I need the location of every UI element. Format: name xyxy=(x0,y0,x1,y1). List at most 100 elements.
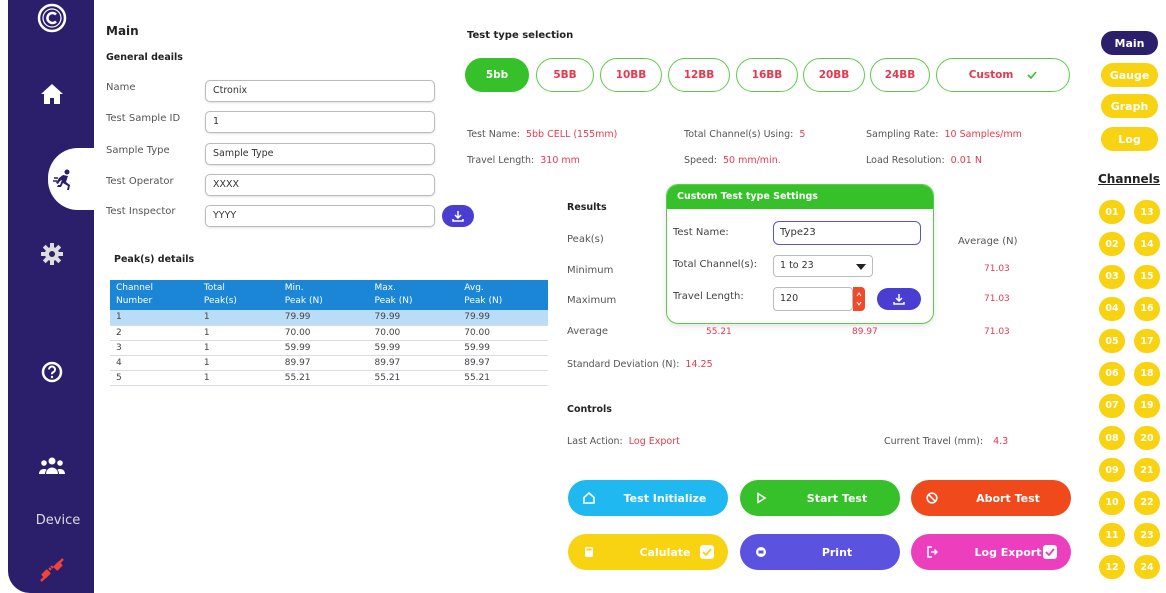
home-icon[interactable] xyxy=(30,72,74,116)
table-row[interactable]: 2 1 70.00 70.00 70.00 xyxy=(110,325,548,341)
channel-button-22[interactable]: 22 xyxy=(1134,490,1160,515)
print-button[interactable]: Print xyxy=(740,534,900,570)
channel-button-08[interactable]: 08 xyxy=(1099,426,1125,451)
check-icon xyxy=(1027,71,1037,79)
info-speed: Speed: 50 mm/min. xyxy=(684,155,781,166)
col-max-peak[interactable]: Max. Peak (N) xyxy=(368,280,459,310)
channel-button-01[interactable]: 01 xyxy=(1099,200,1125,224)
type-button-5bb[interactable]: 5bb xyxy=(465,58,529,92)
table-cell: 59.99 xyxy=(458,340,548,356)
help-circle-icon[interactable] xyxy=(30,350,74,394)
info-sampling-rate: Sampling Rate: 10 Samples/mm xyxy=(866,129,1022,140)
length-spinner[interactable] xyxy=(853,287,865,311)
type-button-16BB[interactable]: 16BB xyxy=(736,58,798,92)
popup-length-input[interactable]: 120 xyxy=(773,287,853,311)
table-cell: 89.97 xyxy=(368,355,459,371)
calculate-button[interactable]: Calulate xyxy=(568,534,728,570)
channel-button-20[interactable]: 20 xyxy=(1134,426,1160,451)
download-icon xyxy=(893,294,905,305)
table-row[interactable]: 1 1 79.99 79.99 79.99 xyxy=(110,310,548,326)
nav-log[interactable]: Log xyxy=(1101,127,1158,151)
channel-button-17[interactable]: 17 xyxy=(1134,329,1160,354)
checkbox-checked-icon[interactable] xyxy=(1043,545,1057,559)
table-cell: 4 xyxy=(110,355,198,371)
results-minimum-label: Minimum xyxy=(567,265,614,276)
test-inspector-field[interactable]: YYYY xyxy=(205,205,435,227)
log-export-button[interactable]: Log Export xyxy=(911,534,1071,570)
channel-button-16[interactable]: 16 xyxy=(1134,296,1160,321)
table-cell: 59.99 xyxy=(368,340,459,356)
running-person-icon[interactable] xyxy=(42,158,86,202)
test-operator-field[interactable]: XXXX xyxy=(205,174,435,196)
type-button-12BB[interactable]: 12BB xyxy=(668,58,730,92)
table-row[interactable]: 4 1 89.97 89.97 89.97 xyxy=(110,355,548,371)
export-icon xyxy=(925,545,939,559)
col-avg-peak[interactable]: Avg. Peak (N) xyxy=(458,280,548,310)
type-button-5BB[interactable]: 5BB xyxy=(536,58,594,92)
start-test-button[interactable]: Start Test xyxy=(740,480,900,516)
channel-button-04[interactable]: 04 xyxy=(1099,296,1125,321)
table-cell: 89.97 xyxy=(278,355,369,371)
current-travel: Current Travel (mm): 4.3 xyxy=(884,436,1009,447)
channel-button-18[interactable]: 18 xyxy=(1134,361,1160,386)
test-type-title: Test type selection xyxy=(467,30,574,41)
nav-main[interactable]: Main xyxy=(1101,31,1158,55)
channel-button-05[interactable]: 05 xyxy=(1099,329,1125,354)
spinner-arrows-icon xyxy=(856,292,862,306)
type-button-custom[interactable]: Custom xyxy=(936,58,1070,92)
peak-details-title: Peak(s) details xyxy=(114,254,195,265)
channel-button-06[interactable]: 06 xyxy=(1099,361,1125,386)
col-channel-number[interactable]: Channel Number xyxy=(110,280,198,310)
nav-graph[interactable]: Graph xyxy=(1101,94,1158,118)
channel-button-19[interactable]: 19 xyxy=(1134,393,1160,418)
table-cell: 79.99 xyxy=(368,310,459,326)
channel-button-12[interactable]: 12 xyxy=(1099,555,1125,580)
col-total-peaks[interactable]: Total Peak(s) xyxy=(197,280,279,310)
channel-button-15[interactable]: 15 xyxy=(1134,264,1160,289)
users-icon[interactable] xyxy=(30,444,74,488)
type-button-10BB[interactable]: 10BB xyxy=(600,58,662,92)
table-row[interactable]: 3 1 59.99 59.99 59.99 xyxy=(110,340,548,356)
test-initialize-button[interactable]: Test Initialize xyxy=(568,480,728,516)
channel-button-14[interactable]: 14 xyxy=(1134,232,1160,257)
popup-channels-select[interactable]: 1 to 23 xyxy=(773,255,873,277)
download-details-button[interactable] xyxy=(442,205,474,227)
sample-type-label: Sample Type xyxy=(106,145,170,156)
nav-gauge[interactable]: Gauge xyxy=(1101,63,1158,87)
channel-button-02[interactable]: 02 xyxy=(1099,232,1125,257)
popup-save-button[interactable] xyxy=(877,288,921,310)
play-icon xyxy=(754,491,768,505)
channel-button-21[interactable]: 21 xyxy=(1134,458,1160,483)
channel-button-13[interactable]: 13 xyxy=(1134,200,1160,224)
channel-button-11[interactable]: 11 xyxy=(1099,523,1125,547)
table-cell: 5 xyxy=(110,370,198,386)
table-cell: 79.99 xyxy=(458,310,548,326)
average-header: Average (N) xyxy=(958,236,1018,247)
channel-button-23[interactable]: 23 xyxy=(1134,523,1160,547)
channel-button-09[interactable]: 09 xyxy=(1099,458,1125,483)
type-button-20BB[interactable]: 20BB xyxy=(803,58,865,92)
channel-button-10[interactable]: 10 xyxy=(1099,490,1125,515)
popup-test-name-input[interactable]: Type23 xyxy=(773,221,921,245)
table-cell: 1 xyxy=(197,325,279,341)
channel-button-24[interactable]: 24 xyxy=(1134,555,1160,580)
table-cell: 1 xyxy=(197,370,279,386)
info-test-name: Test Name: 5bb CELL (155mm) xyxy=(467,129,618,140)
popup-test-name-label: Test Name: xyxy=(673,227,729,238)
average-average-value: 71.03 xyxy=(984,327,1010,337)
table-row[interactable]: 5 1 55.21 55.21 55.21 xyxy=(110,370,548,386)
type-button-24BB[interactable]: 24BB xyxy=(870,58,930,92)
col-min-peak[interactable]: Min. Peak (N) xyxy=(278,280,369,310)
sample-type-field[interactable]: Sample Type xyxy=(205,143,435,165)
gear-icon[interactable] xyxy=(30,232,74,276)
test-sample-id-field[interactable]: 1 xyxy=(205,111,435,133)
name-field[interactable]: Ctronix xyxy=(205,80,435,102)
test-sample-id-label: Test Sample ID xyxy=(106,113,181,124)
info-load-resolution: Load Resolution: 0.01 N xyxy=(866,155,982,166)
channel-button-07[interactable]: 07 xyxy=(1099,393,1125,418)
channel-button-03[interactable]: 03 xyxy=(1099,264,1125,289)
abort-test-button[interactable]: Abort Test xyxy=(911,480,1071,516)
chevron-down-icon xyxy=(856,264,866,270)
disconnected-plug-icon[interactable] xyxy=(30,548,74,592)
checkbox-checked-icon[interactable] xyxy=(700,545,714,559)
